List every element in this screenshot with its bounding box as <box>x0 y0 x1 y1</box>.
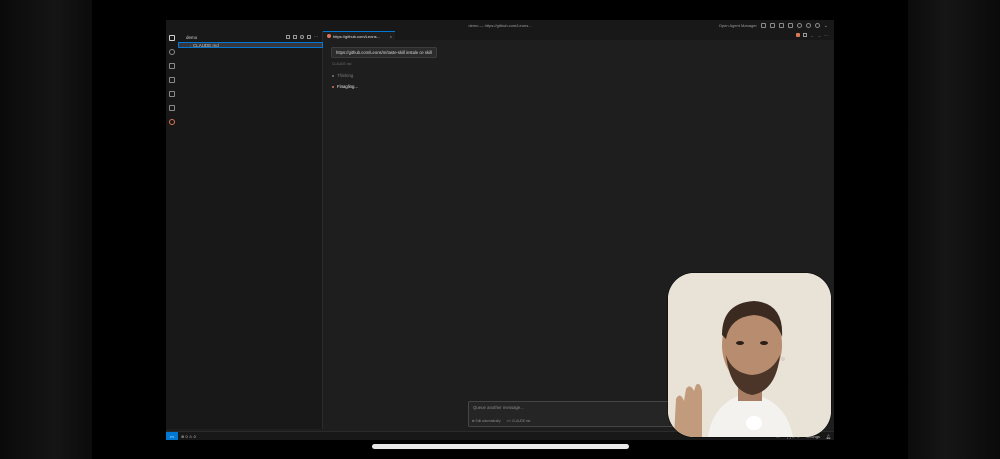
search-icon[interactable] <box>169 49 175 55</box>
file-item[interactable]: ↓ CLAUDE.md <box>178 42 323 48</box>
toggle-secondary-sidebar-icon[interactable] <box>778 23 784 28</box>
settings-gear-icon[interactable] <box>814 23 820 28</box>
collapse-all-icon[interactable] <box>307 35 311 39</box>
webcam-overlay[interactable] <box>668 273 831 437</box>
title-bar-actions: Open Agent Manager ⌄ <box>719 23 828 29</box>
editor-tab-bar: https://github.com/Leons... × ← → ··· <box>323 31 834 40</box>
back-arrow-icon[interactable]: ← <box>810 33 814 38</box>
thinking-label: Thinking <box>337 73 354 78</box>
remote-explorer-icon[interactable] <box>169 91 175 97</box>
markdown-file-icon: ↓ <box>189 42 191 48</box>
explorer-folder-title[interactable]: demo <box>186 35 197 40</box>
problems-indicator[interactable]: ⊗ 0 ⚠ 0 <box>181 432 196 440</box>
home-indicator <box>372 444 629 449</box>
more-actions-icon[interactable]: ··· <box>824 33 828 38</box>
error-count: 0 <box>185 434 188 439</box>
device-bezel-left <box>0 0 92 459</box>
search-icon[interactable] <box>796 23 802 28</box>
title-bar: demo — https://github.com/Leons... Open … <box>166 20 834 31</box>
more-actions-icon[interactable]: ··· <box>314 35 318 39</box>
tab-label: https://github.com/Leons... <box>333 33 380 39</box>
user-prompt-message: https://github.com/Leons/m/taste-skill i… <box>331 47 437 58</box>
accounts-icon[interactable] <box>805 23 811 28</box>
toggle-sidebar-icon[interactable] <box>760 23 766 28</box>
webcam-person-image <box>668 273 831 437</box>
tab-close-icon[interactable]: × <box>390 34 392 39</box>
explorer-sidebar: demo ··· ↓ CLAUDE.md <box>178 31 323 429</box>
chat-input-box[interactable]: Queue another message... ⇄ Edit automati… <box>468 401 694 427</box>
source-control-icon[interactable] <box>169 63 175 69</box>
remote-indicator[interactable]: >< <box>166 432 178 440</box>
warning-count: 0 <box>193 434 196 439</box>
error-icon: ⊗ <box>181 434 185 439</box>
file-name: CLAUDE.md <box>193 42 219 48</box>
window-close-icon[interactable]: ⌄ <box>824 23 828 29</box>
forward-arrow-icon[interactable]: → <box>817 33 821 38</box>
split-editor-icon[interactable] <box>803 33 807 37</box>
warning-icon: ⚠ <box>188 434 193 439</box>
edit-mode-toggle[interactable]: ⇄ Edit automatically <box>472 419 501 423</box>
activity-bar <box>166 31 178 429</box>
explorer-toolbar: ··· <box>286 35 318 39</box>
chat-input-footer: ⇄ Edit automatically </> CLAUDE.md <box>472 419 530 423</box>
context-file-label: CLAUDE.md <box>332 62 352 66</box>
notifications-bell-icon[interactable]: 🔔︎ <box>826 432 831 440</box>
new-file-icon[interactable] <box>286 35 290 39</box>
files-icon[interactable] <box>169 35 175 41</box>
layout-icon[interactable] <box>787 23 793 28</box>
run-debug-icon[interactable] <box>169 77 175 83</box>
extensions-icon[interactable] <box>169 105 175 111</box>
claude-icon[interactable] <box>169 119 175 125</box>
agent-manager-button[interactable]: Open Agent Manager <box>719 23 757 28</box>
claude-logo-icon[interactable] <box>796 33 800 37</box>
context-file-chip[interactable]: </> CLAUDE.md <box>507 419 531 423</box>
thinking-indicator[interactable]: Thinking <box>332 73 353 78</box>
agent-status: Finagling... <box>332 84 358 89</box>
thinking-dot-icon <box>332 74 334 77</box>
claude-tab-icon <box>327 34 331 38</box>
chat-input[interactable]: Queue another message... <box>473 405 524 410</box>
new-folder-icon[interactable] <box>293 35 297 39</box>
device-bezel-right <box>908 0 1000 459</box>
toggle-panel-icon[interactable] <box>769 23 775 28</box>
refresh-icon[interactable] <box>300 35 304 39</box>
tab-claude-session[interactable]: https://github.com/Leons... × <box>323 31 395 40</box>
editor-actions: ← → ··· <box>796 33 828 38</box>
agent-status-label: Finagling... <box>337 84 359 89</box>
status-spinner-icon <box>332 85 334 88</box>
